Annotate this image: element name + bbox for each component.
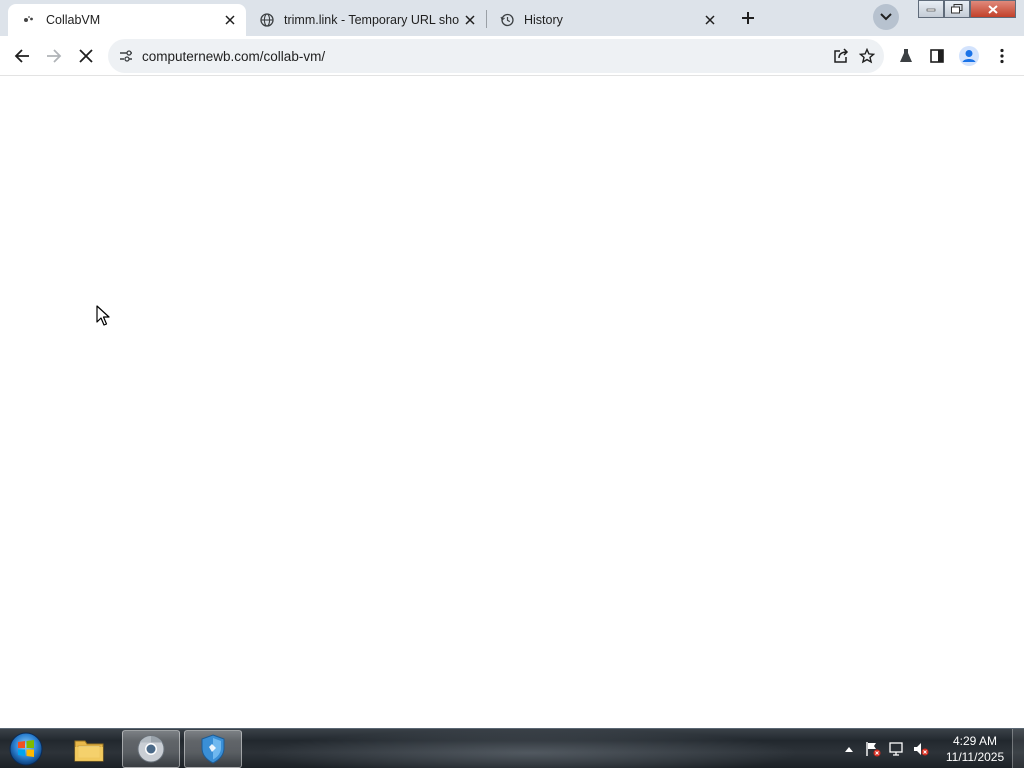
restore-icon — [951, 4, 963, 14]
close-icon — [988, 4, 998, 14]
close-tab-icon[interactable] — [220, 10, 240, 30]
taskbar-explorer[interactable] — [60, 730, 118, 768]
action-center-flag-icon[interactable] — [862, 738, 884, 760]
stop-icon — [79, 49, 93, 63]
system-tray: 4:29 AM 11/11/2025 — [836, 729, 1010, 768]
url-text[interactable]: computernewb.com/collab-vm/ — [142, 49, 828, 64]
start-button[interactable] — [6, 731, 46, 767]
taskbar: 4:29 AM 11/11/2025 — [0, 728, 1024, 768]
forward-arrow-icon — [47, 49, 62, 63]
chrome-menu-button[interactable] — [986, 40, 1018, 72]
page-content[interactable] — [0, 77, 1024, 728]
avatar-icon — [959, 46, 979, 66]
show-hidden-icons-button[interactable] — [838, 738, 860, 760]
clock-time: 4:29 AM — [952, 734, 998, 748]
tab-title: CollabVM — [46, 13, 101, 27]
history-icon — [500, 13, 514, 27]
labs-button[interactable] — [890, 40, 922, 72]
bookmark-star-icon[interactable] — [854, 43, 880, 69]
back-button[interactable] — [6, 40, 38, 72]
tab-history[interactable]: History — [486, 4, 726, 36]
taskbar-security[interactable] — [184, 730, 242, 768]
close-tab-icon[interactable] — [700, 10, 720, 30]
loading-dots-icon — [22, 13, 36, 27]
chevron-down-icon — [880, 13, 892, 21]
side-panel-button[interactable] — [921, 40, 953, 72]
tab-strip: CollabVM trimm.link - Temporary URL sho … — [0, 0, 1024, 36]
window-controls — [918, 0, 1024, 18]
close-tab-icon[interactable] — [460, 10, 480, 30]
maximize-button[interactable] — [944, 0, 970, 18]
folder-icon — [74, 740, 104, 762]
tab-collabvm[interactable]: CollabVM — [8, 4, 246, 36]
stop-loading-button[interactable] — [70, 40, 102, 72]
shield-icon — [201, 734, 225, 764]
show-desktop-button[interactable] — [1012, 729, 1024, 768]
close-window-button[interactable] — [970, 0, 1016, 18]
flask-icon — [900, 49, 912, 62]
windows-orb-icon — [9, 732, 43, 766]
chrome-icon — [137, 735, 165, 763]
tab-title: trimm.link - Temporary URL sho — [284, 13, 460, 27]
chevron-up-icon — [845, 747, 853, 752]
new-tab-button[interactable] — [734, 4, 762, 32]
clock-date: 11/11/2025 — [945, 750, 1005, 764]
site-info-icon[interactable] — [113, 43, 139, 69]
back-arrow-icon — [14, 49, 29, 63]
minimize-button[interactable] — [918, 0, 944, 18]
tab-trimm-link[interactable]: trimm.link - Temporary URL sho — [246, 4, 486, 36]
forward-button[interactable] — [38, 40, 70, 72]
side-panel-icon — [930, 49, 944, 63]
taskbar-chrome[interactable] — [122, 730, 180, 768]
address-bar[interactable]: computernewb.com/collab-vm/ — [108, 39, 884, 73]
profile-button[interactable] — [953, 40, 985, 72]
globe-icon — [260, 13, 274, 27]
tab-search-button[interactable] — [873, 4, 899, 30]
mouse-cursor-icon — [96, 305, 110, 332]
minimize-icon — [926, 8, 936, 12]
kebab-menu-icon — [1000, 48, 1004, 64]
browser-toolbar: computernewb.com/collab-vm/ — [0, 36, 1024, 76]
taskbar-clock[interactable]: 4:29 AM 11/11/2025 — [940, 733, 1010, 765]
share-icon[interactable] — [828, 43, 854, 69]
plus-icon — [742, 12, 754, 24]
network-icon[interactable] — [886, 738, 908, 760]
tab-title: History — [524, 13, 563, 27]
volume-muted-icon[interactable] — [910, 738, 932, 760]
